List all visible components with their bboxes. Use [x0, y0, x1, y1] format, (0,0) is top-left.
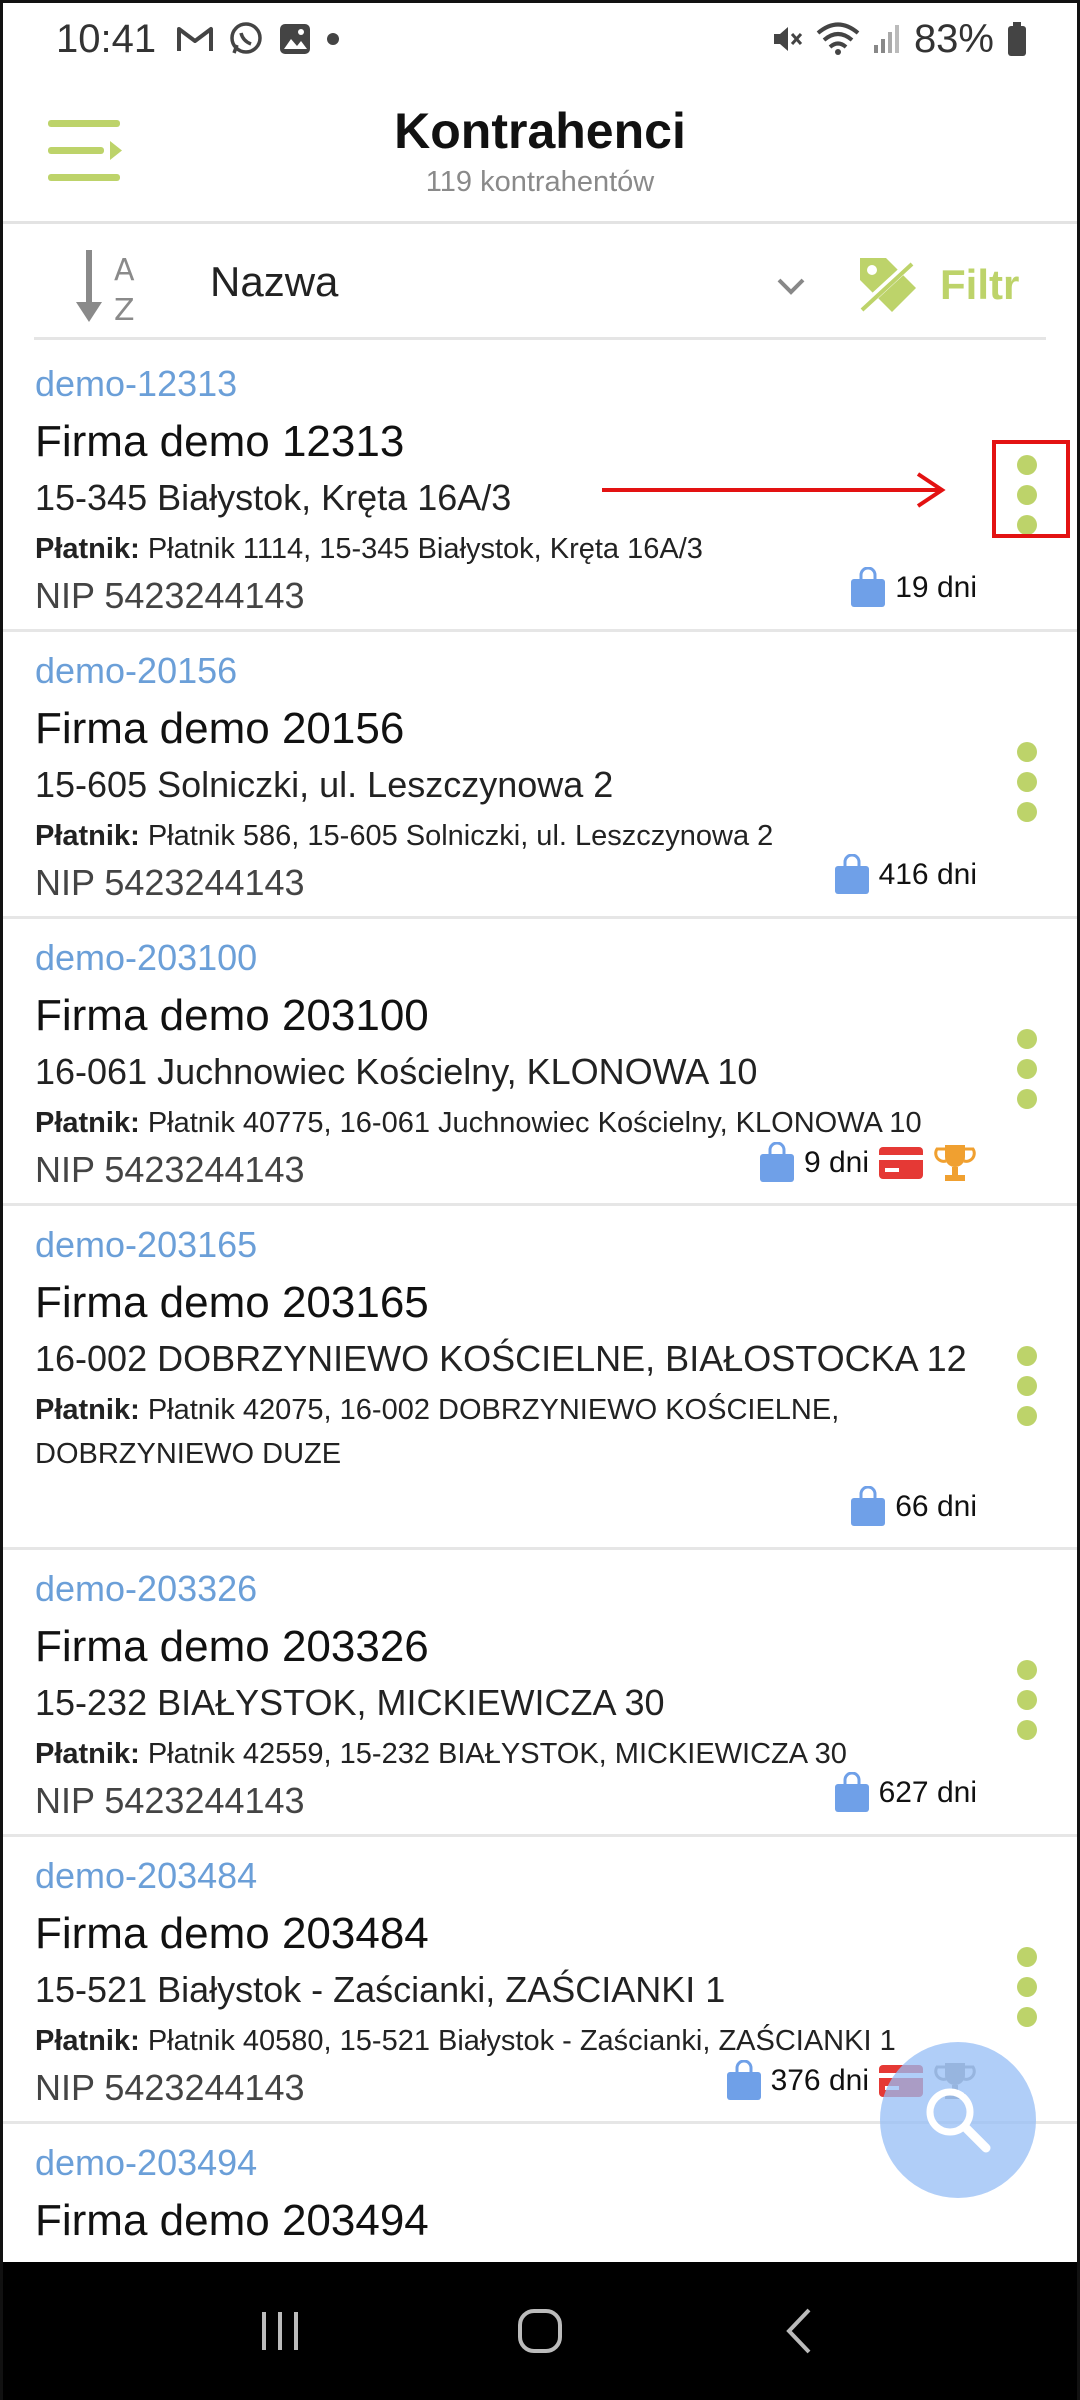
device-frame — [0, 0, 1080, 2400]
